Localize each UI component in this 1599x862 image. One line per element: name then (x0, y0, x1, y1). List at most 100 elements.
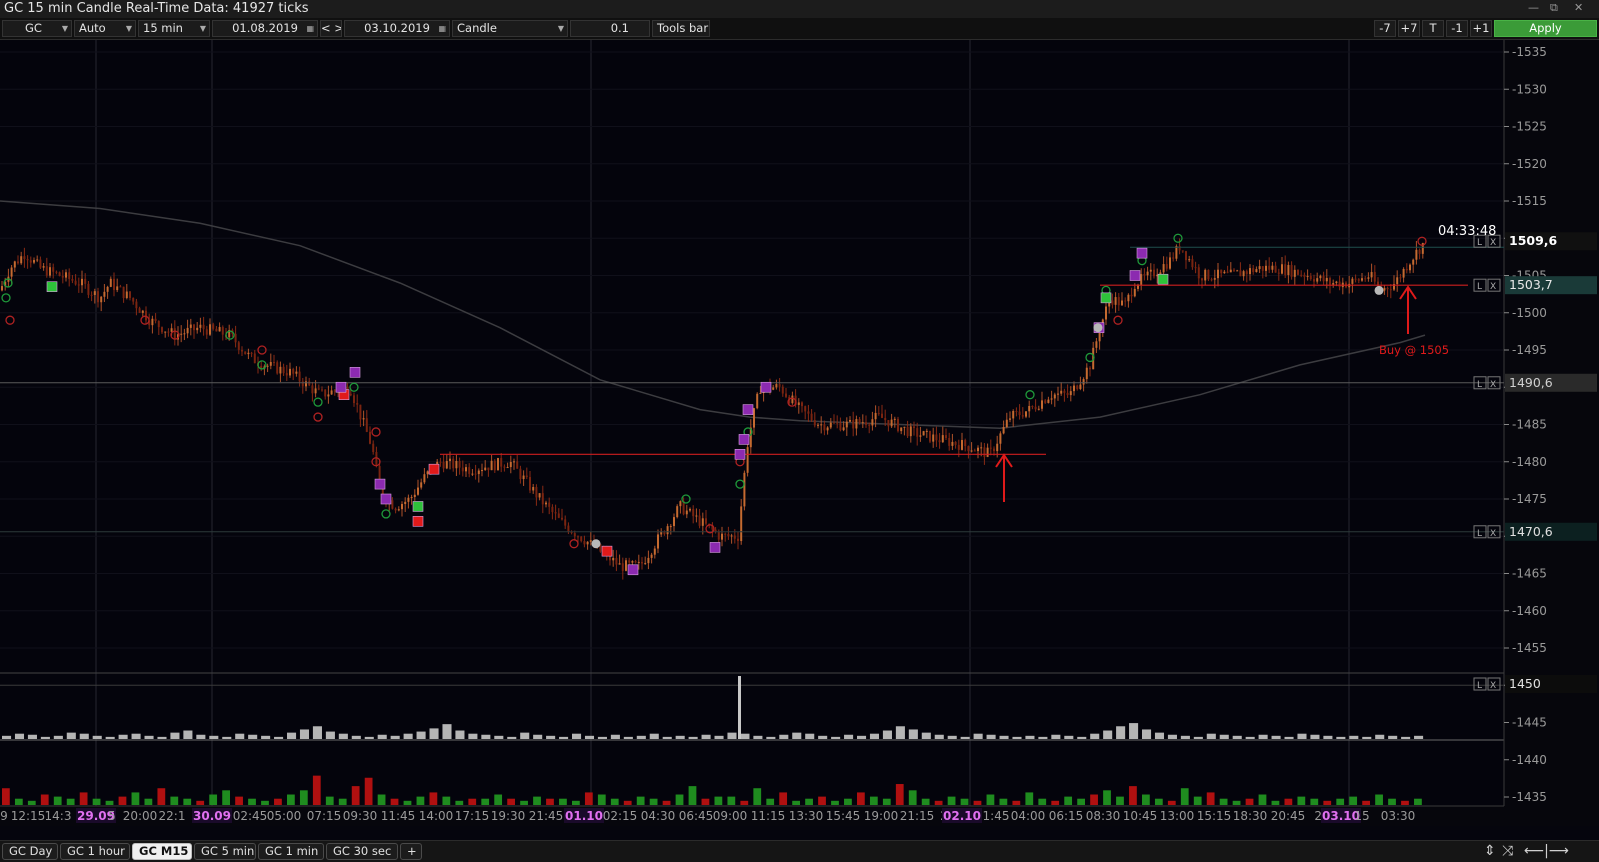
shift-plus1-button[interactable]: +1 (1470, 20, 1492, 37)
chart-tabs-bar: GC Day GC 1 hour GC M15 GC 5 min GC 1 min GC … (0, 840, 1599, 862)
candle-body (618, 563, 621, 565)
candle-body (1236, 270, 1239, 272)
volume-bar-delta (753, 788, 762, 805)
time-label: 14:3 (45, 809, 72, 823)
volume-bar-overlay (429, 728, 439, 739)
candle-body (951, 441, 954, 446)
window-titlebar: GC 15 min Candle Real-Time Data: 41927 t… (0, 0, 1599, 19)
candle-body (279, 366, 282, 374)
calendar-icon[interactable]: ▦ (438, 21, 446, 36)
volume-bar-overlay (675, 735, 685, 739)
candle-body (276, 362, 279, 374)
apply-button[interactable]: Apply (1494, 20, 1597, 37)
candle-body (628, 560, 631, 563)
chart-tab[interactable]: GC 30 sec (326, 843, 398, 860)
candle-body (1399, 277, 1402, 279)
calendar-icon[interactable]: ▦ (306, 21, 314, 36)
volume-bar-delta (831, 800, 839, 805)
candle-body (1149, 269, 1152, 272)
volume-bar-delta (947, 796, 956, 805)
candle-body (954, 441, 957, 445)
expand-vertical-icon[interactable]: ⇕ (1484, 843, 1496, 859)
candle-body (1133, 288, 1136, 297)
candle-body (1306, 275, 1309, 277)
chart-type-select[interactable]: Candle ▼ (452, 20, 568, 37)
line-delete-label: X (1490, 238, 1496, 248)
volume-bar-delta (66, 798, 75, 805)
candle-body (410, 497, 413, 499)
candle-body (244, 351, 247, 355)
chart-tab[interactable]: GC 1 hour (60, 843, 130, 860)
nav-prev-button[interactable]: < (321, 21, 331, 35)
volume-bar-delta (766, 798, 775, 805)
tick-size-field[interactable]: 0.1 (570, 20, 650, 37)
tools-bar-button[interactable]: Tools bar (652, 20, 710, 37)
fit-chart-icon[interactable]: ⤨ (1502, 843, 1513, 859)
price-tick-label: -1525 (1512, 120, 1547, 134)
minimize-icon[interactable]: — (1528, 1, 1539, 14)
volume-bar-delta (636, 796, 645, 805)
nav-next-button[interactable]: > (334, 21, 341, 35)
volume-bar-overlay (960, 736, 970, 739)
volume-bar-delta (973, 800, 982, 805)
shift-plus7-button[interactable]: +7 (1398, 20, 1420, 37)
time-label: 15:45 (826, 809, 861, 823)
price-tick-label: -1530 (1512, 82, 1547, 96)
candle-body (801, 402, 803, 407)
date-from-field[interactable]: 01.08.2019 ▦ (212, 20, 318, 37)
add-tab-button[interactable]: + (400, 843, 422, 860)
volume-bar-delta (2, 788, 10, 805)
candle-body (196, 327, 199, 331)
volume-bar-delta (1090, 794, 1098, 805)
volume-bar-overlay (351, 735, 361, 739)
price-tick-label: -1445 (1512, 716, 1547, 730)
price-chart[interactable]: Buy @ 1505 -1535-1530-1525-1520-1515-151… (0, 40, 1599, 826)
volume-bar-overlay (688, 736, 698, 739)
chart-tab[interactable]: GC M15 (132, 843, 192, 860)
candle-body (1121, 300, 1123, 306)
chart-tab[interactable]: GC 5 min (194, 843, 256, 860)
volume-bar-delta (429, 792, 438, 805)
restore-icon[interactable]: ⧉ (1550, 1, 1558, 15)
date-to-field[interactable]: 03.10.2019 ▦ (344, 20, 450, 37)
chart-tab[interactable]: GC Day (2, 843, 58, 860)
candle-body (1229, 269, 1232, 273)
chart-tab[interactable]: GC 1 min (258, 843, 324, 860)
price-tick-label: -1455 (1512, 641, 1547, 655)
scroll-range-icon[interactable]: ⟵|⟶ (1524, 843, 1569, 859)
candle-body (413, 494, 416, 498)
candle-body (394, 508, 397, 511)
volume-bar-delta (377, 794, 386, 805)
candle-body (324, 389, 327, 397)
candle-body (173, 328, 176, 340)
candle-body (1204, 269, 1207, 281)
candle-body (359, 404, 362, 420)
volume-bar-overlay (1388, 735, 1398, 739)
candle-body (81, 278, 83, 286)
volume-bar-delta (442, 796, 451, 805)
candle-body (836, 422, 839, 424)
candle-body (1037, 408, 1040, 410)
close-icon[interactable]: ✕ (1574, 1, 1583, 14)
candle-body (551, 506, 554, 513)
scale-mode-select[interactable]: Auto ▼ (74, 20, 136, 37)
volume-bar-overlay (818, 735, 828, 739)
candle-body (1383, 287, 1386, 291)
volume-bar-overlay (455, 730, 465, 739)
time-axis[interactable]: 9 12:15 14:3 29.095 20:00 22:1 30.09 02:45 05:00… (0, 805, 1599, 826)
today-button[interactable]: T (1422, 20, 1444, 37)
volume-bar-overlay (403, 733, 413, 739)
candle-body (1095, 341, 1098, 348)
candle-body (1297, 269, 1299, 275)
shift-minus1-button[interactable]: -1 (1446, 20, 1468, 37)
volume-bar-delta (235, 796, 243, 805)
timeframe-select[interactable]: 15 min ▼ (138, 20, 210, 37)
symbol-select[interactable]: GC ▼ (2, 20, 72, 37)
volume-bar-delta (1310, 798, 1319, 805)
volume-bar-overlay (831, 736, 841, 739)
nav-prev-next[interactable]: < > (320, 20, 342, 37)
candle-body (1073, 385, 1075, 392)
candle-body (884, 417, 887, 421)
candle-body (685, 510, 688, 515)
shift-minus7-button[interactable]: -7 (1374, 20, 1396, 37)
